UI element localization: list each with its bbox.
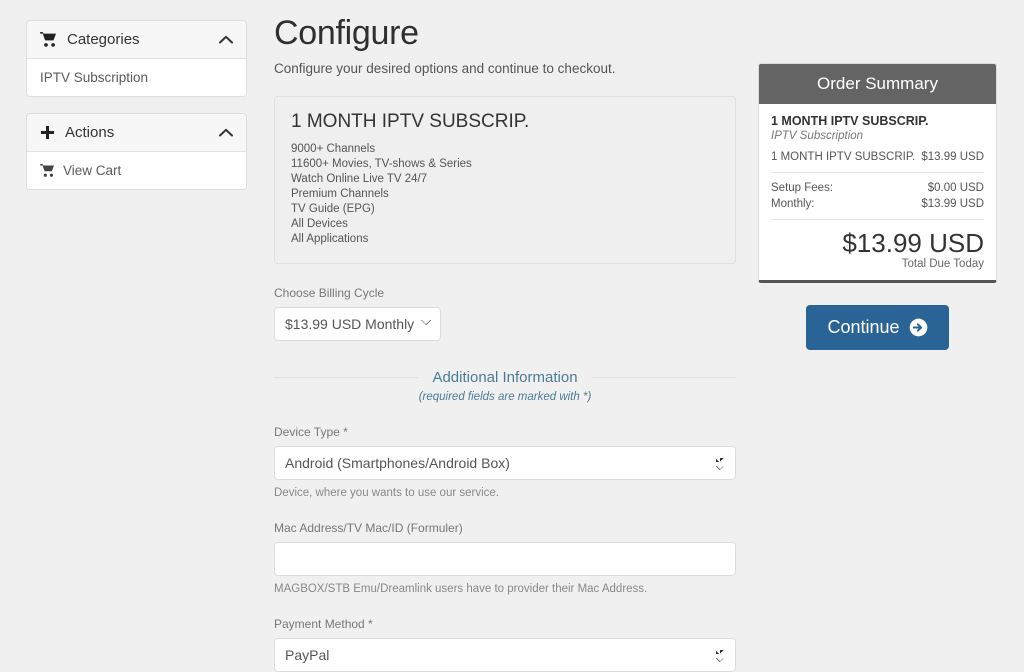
order-summary-panel: Order Summary 1 MONTH IPTV SUBSCRIP. IPT… <box>758 63 997 284</box>
additional-information-title: Additional Information <box>432 369 578 387</box>
order-summary-column: Order Summary 1 MONTH IPTV SUBSCRIP. IPT… <box>758 63 997 351</box>
sidebar-panel-actions: Actions View Cart <box>26 113 247 190</box>
sidebar: Categories IPTV Subscription Actions Vie… <box>26 20 247 206</box>
page-subtitle: Configure your desired options and conti… <box>274 61 616 77</box>
product-feature: Premium Channels <box>291 188 389 201</box>
categories-panel-title: Categories <box>67 31 140 48</box>
summary-line-item-amount: $13.99 USD <box>921 151 984 163</box>
product-feature: 9000+ Channels <box>291 143 376 156</box>
categories-panel-header[interactable]: Categories <box>27 21 246 59</box>
main-content: Configure Configure your desired options… <box>274 14 736 672</box>
billing-cycle-select[interactable]: $13.99 USD Monthly <box>274 307 441 342</box>
summary-product-name: 1 MONTH IPTV SUBSCRIP. <box>771 114 929 128</box>
device-type-help: Device, where you wants to use our servi… <box>274 487 499 500</box>
sidebar-item-view-cart[interactable]: View Cart <box>27 152 246 189</box>
summary-divider <box>771 172 984 173</box>
summary-total-amount: $13.99 USD <box>842 228 984 258</box>
summary-fee-amount: $0.00 USD <box>927 182 984 194</box>
continue-button-wrapper: Continue <box>758 305 997 351</box>
summary-product-category: IPTV Subscription <box>771 130 864 142</box>
summary-fee-row: Setup Fees: $0.00 USD <box>771 180 984 196</box>
product-feature: All Devices <box>291 218 348 231</box>
cart-icon <box>40 164 55 177</box>
summary-fee-amount: $13.99 USD <box>921 198 984 210</box>
mac-address-input[interactable] <box>274 542 736 577</box>
summary-line-item: 1 MONTH IPTV SUBSCRIP. $13.99 USD <box>771 149 984 165</box>
summary-fee-row: Monthly: $13.99 USD <box>771 196 984 212</box>
sidebar-item-label: View Cart <box>63 163 122 178</box>
checkout-page: Categories IPTV Subscription Actions Vie… <box>0 0 1024 672</box>
summary-divider <box>771 219 984 220</box>
product-details-box: 1 MONTH IPTV SUBSCRIP. 9000+ Channels 11… <box>274 96 736 265</box>
device-type-select[interactable]: Android (Smartphones/Android Box) <box>274 446 736 481</box>
mac-address-label: Mac Address/TV Mac/ID (Formuler) <box>274 521 463 536</box>
summary-fee-label: Monthly: <box>771 198 815 210</box>
sidebar-item-label: IPTV Subscription <box>40 70 149 85</box>
required-fields-note: (required fields are marked with *) <box>418 391 592 404</box>
summary-total-label: Total Due Today <box>901 258 984 271</box>
continue-button[interactable]: Continue <box>806 305 949 351</box>
product-feature-list: 9000+ Channels 11600+ Movies, TV-shows &… <box>291 142 719 247</box>
actions-panel-title: Actions <box>65 124 115 141</box>
divider-right <box>591 377 736 379</box>
payment-method-label: Payment Method * <box>274 617 373 632</box>
summary-fee-label: Setup Fees: <box>771 182 834 194</box>
payment-method-select[interactable]: PayPal <box>274 638 736 672</box>
mac-address-help: MAGBOX/STB Emu/Dreamlink users have to p… <box>274 583 648 596</box>
divider-left <box>274 377 419 379</box>
page-title: Configure <box>274 14 419 52</box>
sidebar-panel-categories: Categories IPTV Subscription <box>26 20 247 97</box>
additional-information-section: Additional Information (required fields … <box>274 369 736 403</box>
product-name: 1 MONTH IPTV SUBSCRIP. <box>291 111 530 133</box>
actions-panel-header[interactable]: Actions <box>27 114 246 152</box>
summary-line-item-label: 1 MONTH IPTV SUBSCRIP. <box>771 151 916 163</box>
order-summary-body: 1 MONTH IPTV SUBSCRIP. IPTV Subscription… <box>759 104 996 280</box>
continue-button-label: Continue <box>827 317 900 338</box>
cart-icon <box>40 32 57 47</box>
product-feature: 11600+ Movies, TV-shows & Series <box>291 158 472 171</box>
chevron-up-icon[interactable] <box>219 128 233 137</box>
product-feature: Watch Online Live TV 24/7 <box>291 173 428 186</box>
device-type-label: Device Type * <box>274 425 348 440</box>
product-feature: All Applications <box>291 233 369 246</box>
arrow-circle-right-icon <box>909 318 928 337</box>
chevron-up-icon[interactable] <box>219 35 233 44</box>
order-summary-heading: Order Summary <box>759 64 996 104</box>
billing-cycle-label: Choose Billing Cycle <box>274 286 385 301</box>
plus-icon <box>40 125 55 140</box>
product-feature: TV Guide (EPG) <box>291 203 375 216</box>
sidebar-item-iptv-subscription[interactable]: IPTV Subscription <box>27 59 246 96</box>
